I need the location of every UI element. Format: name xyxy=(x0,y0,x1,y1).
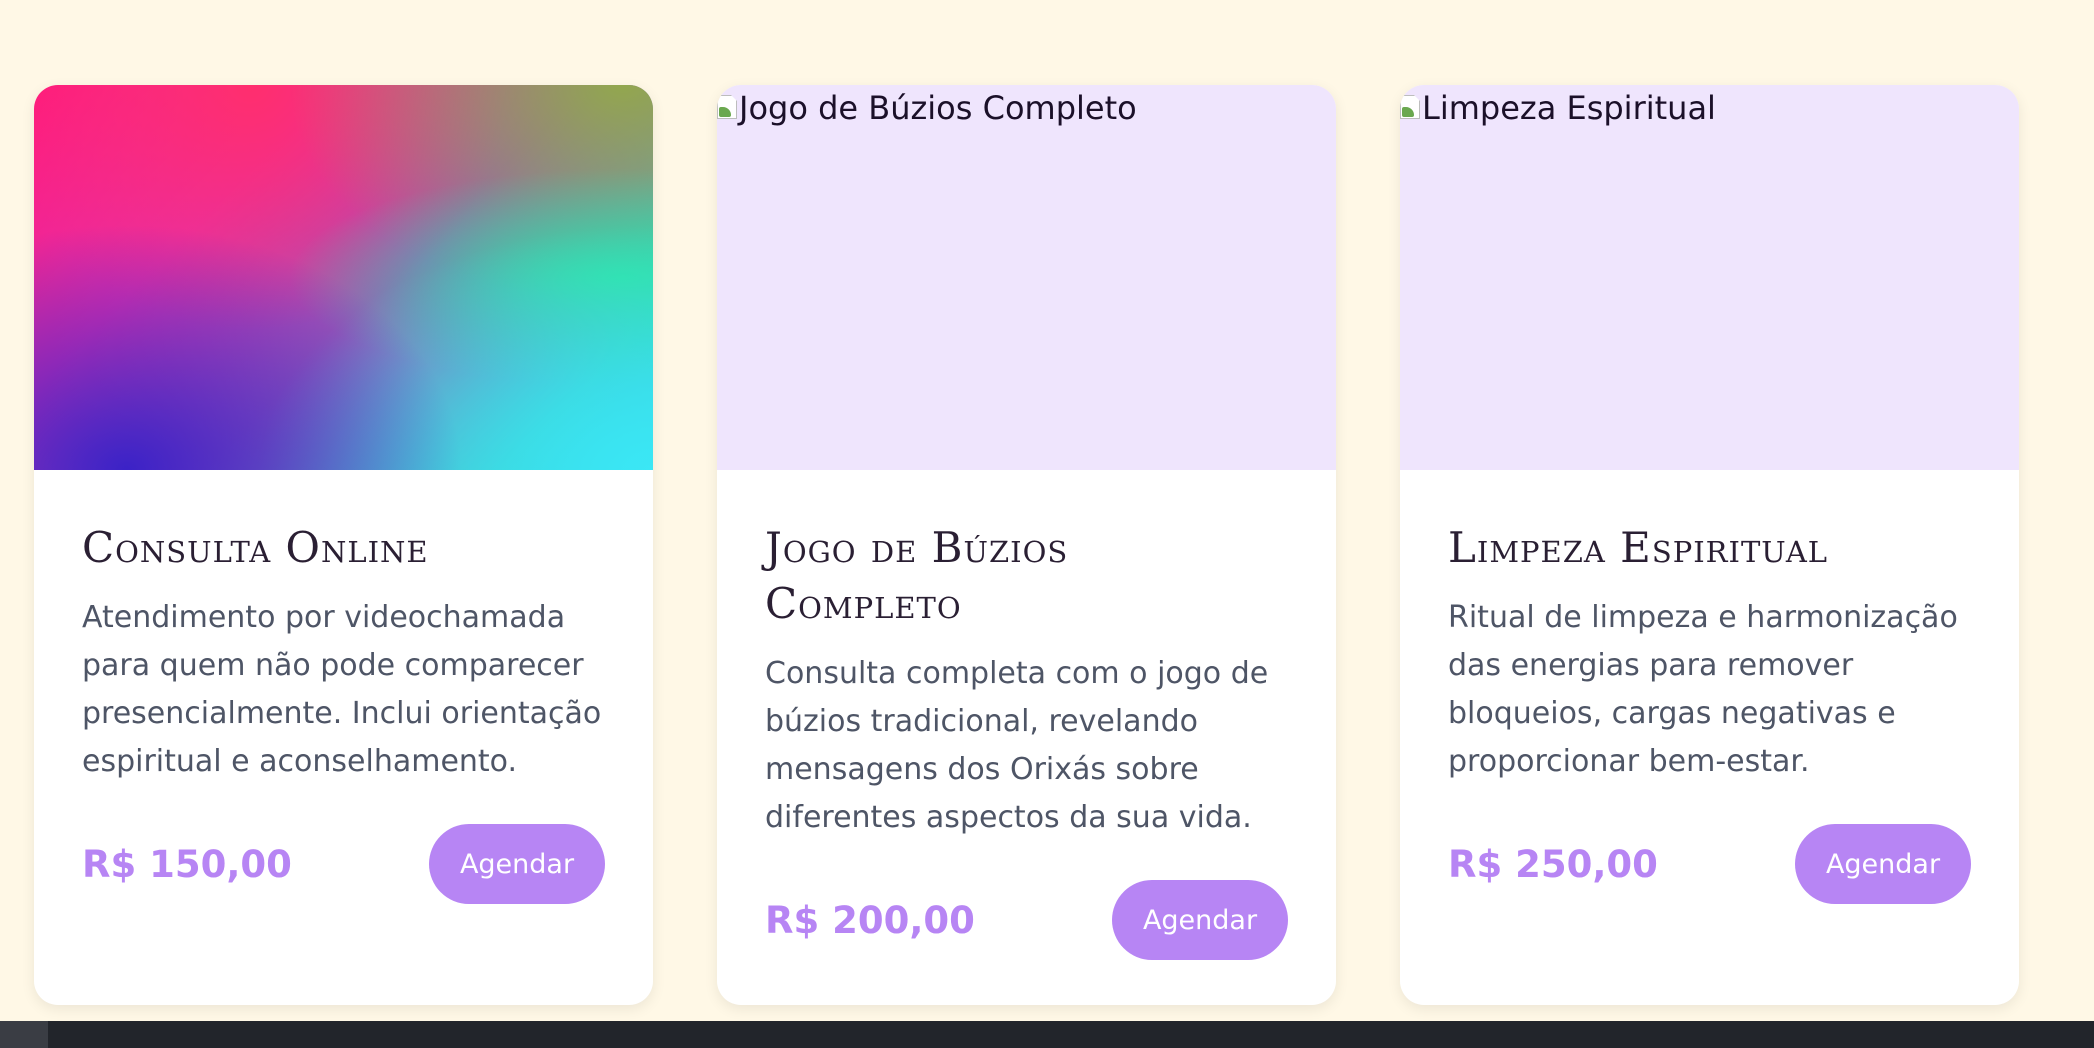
broken-image-icon xyxy=(717,95,739,121)
service-image: Limpeza Espiritual xyxy=(1400,85,2019,470)
service-title: Consulta Online xyxy=(82,523,429,572)
service-title: Limpeza Espiritual xyxy=(1448,523,1829,572)
broken-image: Jogo de Búzios Completo xyxy=(717,89,1137,127)
card-footer: R$ 250,00 Agendar xyxy=(1448,824,1971,904)
service-price: R$ 250,00 xyxy=(1448,842,1658,886)
service-description: Atendimento por videochamada para quem n… xyxy=(82,600,602,779)
card-body: Jogo de Búzios Completo Consulta complet… xyxy=(717,470,1336,960)
service-card-consulta-online: Consulta Online Atendimento por videocha… xyxy=(34,85,653,1005)
service-image xyxy=(34,85,653,470)
schedule-button[interactable]: Agendar xyxy=(429,824,605,904)
services-grid: Consulta Online Atendimento por videocha… xyxy=(34,85,2019,1005)
image-alt-text: Jogo de Búzios Completo xyxy=(739,89,1137,127)
service-title: Jogo de Búzios Completo xyxy=(765,523,1069,628)
service-price: R$ 150,00 xyxy=(82,842,292,886)
service-card-limpeza-espiritual: Limpeza Espiritual Limpeza Espiritual Ri… xyxy=(1400,85,2019,1005)
schedule-button[interactable]: Agendar xyxy=(1795,824,1971,904)
image-alt-text: Limpeza Espiritual xyxy=(1422,89,1716,127)
card-footer: R$ 200,00 Agendar xyxy=(765,880,1288,960)
service-card-jogo-de-buzios: Jogo de Búzios Completo Jogo de Búzios C… xyxy=(717,85,1336,1005)
service-image: Jogo de Búzios Completo xyxy=(717,85,1336,470)
broken-image-icon xyxy=(1400,95,1422,121)
service-price: R$ 200,00 xyxy=(765,898,975,942)
bottom-panel xyxy=(0,1021,2094,1048)
panel-tab[interactable] xyxy=(0,1021,48,1048)
service-description: Consulta completa com o jogo de búzios t… xyxy=(765,656,1269,835)
card-body: Limpeza Espiritual Ritual de limpeza e h… xyxy=(1400,470,2019,904)
broken-image: Limpeza Espiritual xyxy=(1400,89,1716,127)
card-footer: R$ 150,00 Agendar xyxy=(82,824,605,904)
card-body: Consulta Online Atendimento por videocha… xyxy=(34,470,653,904)
service-description: Ritual de limpeza e harmonização das ene… xyxy=(1448,600,1958,779)
schedule-button[interactable]: Agendar xyxy=(1112,880,1288,960)
